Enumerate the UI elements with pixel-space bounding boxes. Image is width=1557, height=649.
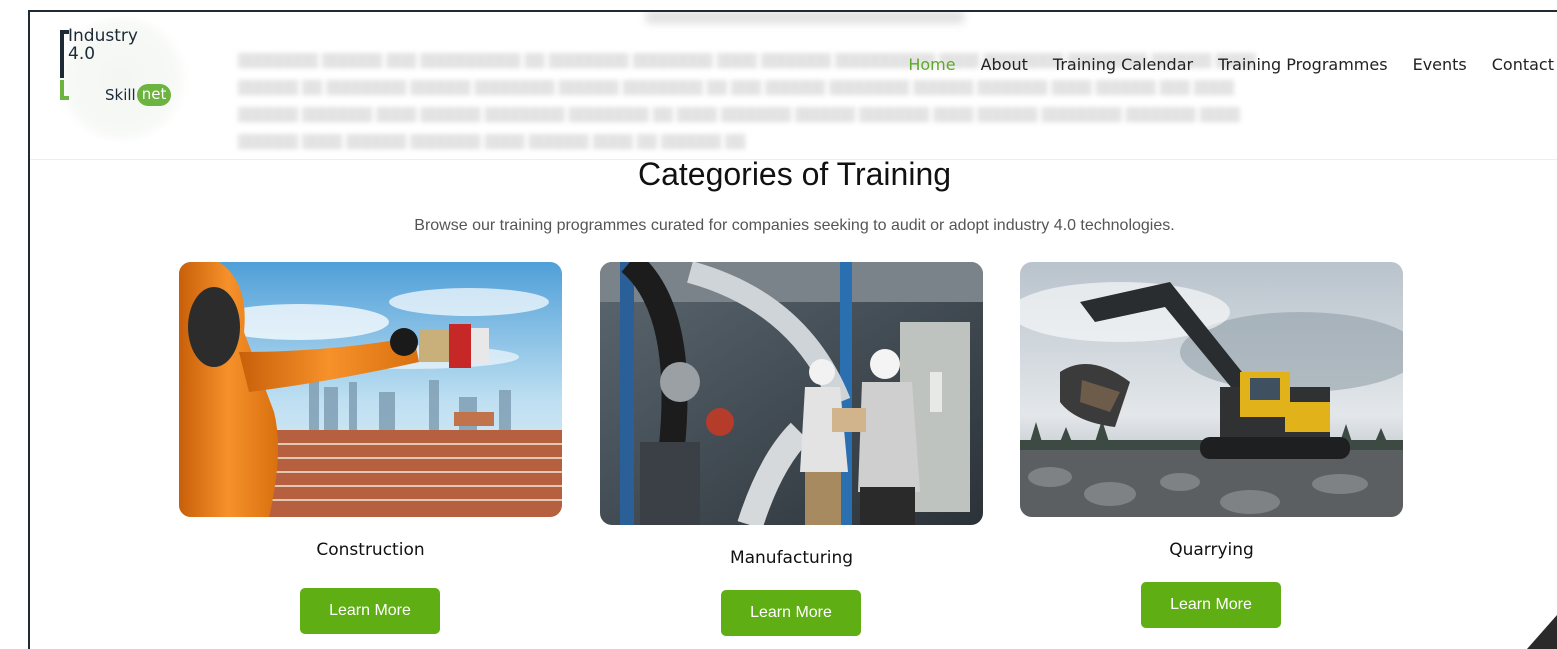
manufacturing-image[interactable] (600, 262, 983, 525)
section-title: Categories of Training (637, 156, 952, 192)
excavator-quarry-picture (1020, 262, 1403, 517)
logo-text-net: net (136, 84, 172, 106)
learn-more-manufacturing-button[interactable]: Learn More (721, 590, 861, 636)
logo-bracket-bottom (60, 80, 69, 100)
logo-skillnet: Skill net (105, 84, 172, 106)
logo-text-industry: Industry (68, 26, 138, 46)
robot-arm-brick-wall-picture (179, 262, 562, 517)
nav-about[interactable]: About (981, 55, 1028, 74)
card-label-quarrying: Quarrying (1169, 540, 1254, 560)
construction-image[interactable] (179, 262, 562, 517)
logo-bracket-top (60, 30, 69, 78)
logo-text-version: 4.0 (68, 44, 96, 64)
nav-contact[interactable]: Contact (1492, 55, 1554, 74)
quarrying-image[interactable] (1020, 262, 1403, 517)
section-subtitle: Browse our training programmes curated f… (414, 217, 1175, 234)
industry-skillnet-logo[interactable]: Industry 4.0 Skill net (52, 16, 192, 142)
nav-training-programmes[interactable]: Training Programmes (1218, 55, 1388, 74)
browser-viewport: ████████ ██████ ███ ██████████ ██ ██████… (28, 10, 1557, 649)
card-label-construction: Construction (316, 540, 425, 560)
main-navigation: Home About Training Calendar Training Pr… (908, 55, 1554, 74)
blurred-background-heading (645, 12, 965, 24)
factory-workers-picture (600, 262, 983, 525)
nav-training-calendar[interactable]: Training Calendar (1053, 55, 1193, 74)
card-label-manufacturing: Manufacturing (729, 548, 854, 568)
corner-decoration (1527, 615, 1557, 649)
site-header: ████████ ██████ ███ ██████████ ██ ██████… (30, 12, 1557, 160)
learn-more-quarrying-button[interactable]: Learn More (1141, 582, 1281, 628)
learn-more-construction-button[interactable]: Learn More (300, 588, 440, 634)
logo-text-skill: Skill (105, 86, 136, 104)
nav-home[interactable]: Home (908, 55, 955, 74)
nav-events[interactable]: Events (1413, 55, 1467, 74)
